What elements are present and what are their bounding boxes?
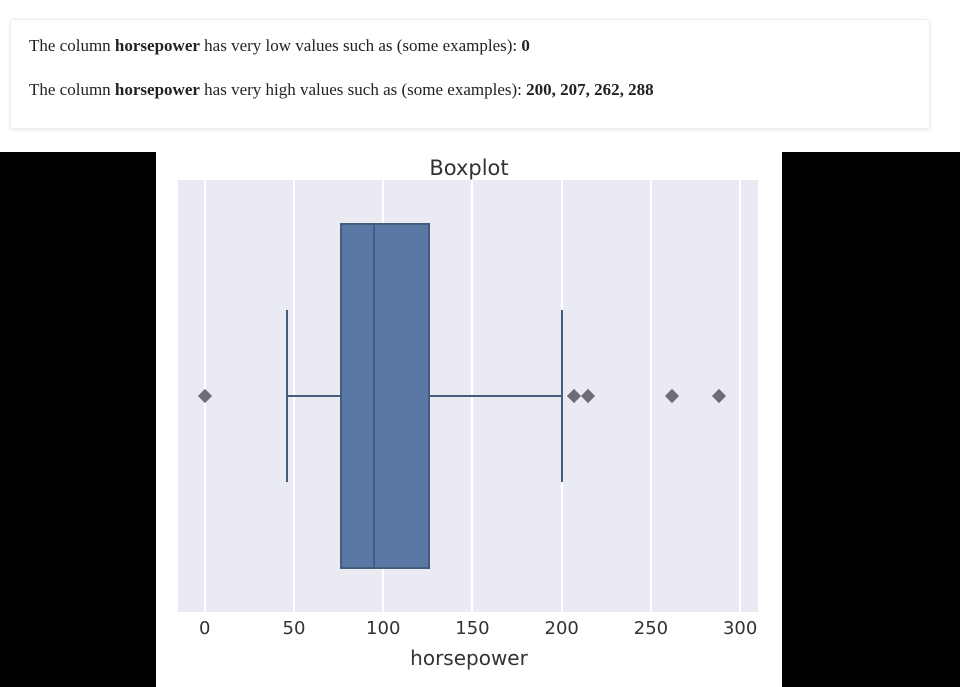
text: has very low values such as (some exampl…: [200, 36, 522, 55]
gridline: [739, 180, 741, 612]
plot-strip: Boxplot 0 50 100 150 200 250 300 horsepower: [0, 152, 960, 687]
x-tick-label: 150: [455, 618, 489, 639]
column-name: horsepower: [115, 36, 200, 55]
column-name: horsepower: [115, 80, 200, 99]
x-tick-label: 100: [366, 618, 400, 639]
summary-line-low: The column horsepower has very low value…: [29, 20, 911, 58]
boxplot-figure: Boxplot 0 50 100 150 200 250 300 horsepower: [156, 152, 782, 687]
outlier-point: [581, 389, 595, 403]
whisker-low: [287, 395, 341, 397]
median-line: [373, 223, 375, 569]
text: has very high values such as (some examp…: [200, 80, 526, 99]
x-tick-label: 200: [545, 618, 579, 639]
text: The column: [29, 80, 115, 99]
summary-card: The column horsepower has very low value…: [10, 19, 930, 129]
gridline: [650, 180, 652, 612]
x-tick-label: 250: [634, 618, 668, 639]
whisker-high-cap: [561, 310, 563, 483]
x-tick-label: 300: [723, 618, 757, 639]
chart-axes: [178, 180, 758, 612]
text: The column: [29, 36, 115, 55]
x-axis-label: horsepower: [156, 646, 782, 670]
x-tick-label: 0: [199, 618, 210, 639]
high-values: 200, 207, 262, 288: [526, 80, 654, 99]
x-tick-row: 0 50 100 150 200 250 300: [178, 618, 758, 646]
outlier-point: [712, 389, 726, 403]
summary-line-high: The column horsepower has very high valu…: [29, 58, 911, 102]
low-values: 0: [521, 36, 530, 55]
chart-title: Boxplot: [156, 152, 782, 180]
outlier-point: [198, 389, 212, 403]
whisker-high: [430, 395, 562, 397]
outlier-point: [567, 389, 581, 403]
outlier-point: [665, 389, 679, 403]
iqr-box: [340, 223, 429, 569]
x-tick-label: 50: [283, 618, 306, 639]
whisker-low-cap: [286, 310, 288, 483]
